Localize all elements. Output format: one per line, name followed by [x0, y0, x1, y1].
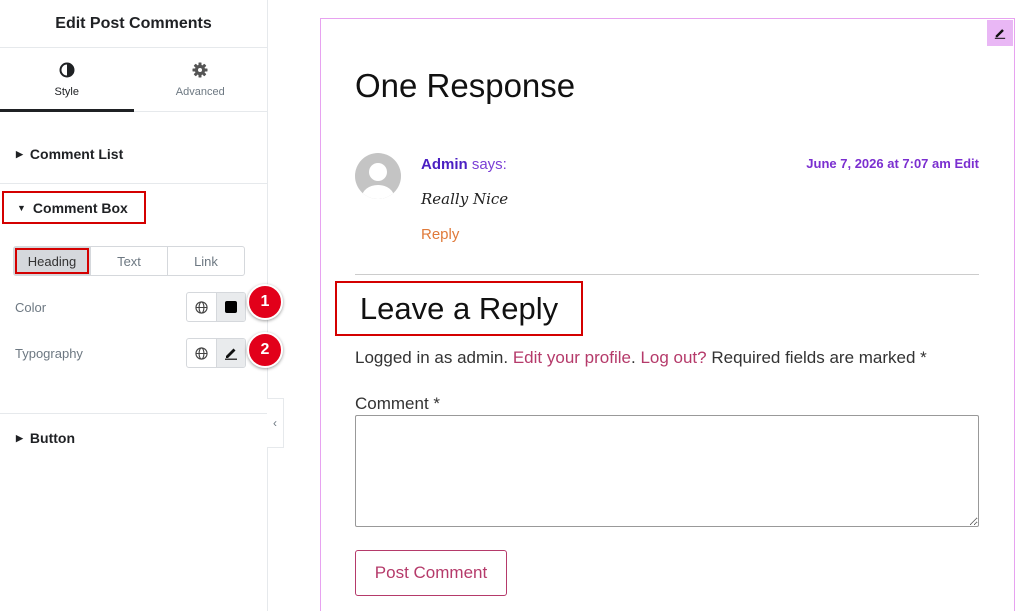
tab-style[interactable]: Style	[0, 48, 134, 112]
color-swatch	[225, 301, 237, 313]
comment-edit-link[interactable]: Edit	[954, 156, 979, 171]
tab-link[interactable]: Link	[167, 247, 244, 275]
color-control	[186, 292, 246, 322]
tab-text[interactable]: Text	[90, 247, 167, 275]
chevron-left-icon: ‹	[273, 416, 277, 430]
contrast-icon	[59, 62, 75, 77]
section-comment-list[interactable]: ▶ Comment List	[16, 146, 123, 162]
comments-title: One Response	[355, 67, 576, 104]
caret-down-icon: ▼	[17, 202, 26, 213]
comment-textarea[interactable]	[355, 415, 979, 527]
comment-author: Admin says:	[421, 156, 507, 173]
user-silhouette-icon	[362, 163, 394, 199]
author-link[interactable]: Admin	[421, 156, 468, 173]
global-colors-button[interactable]	[187, 293, 216, 321]
section-button-label: Button	[29, 430, 76, 446]
widget-edit-handle[interactable]	[987, 20, 1013, 46]
section-button[interactable]: ▶ Button	[16, 430, 75, 446]
caret-right-icon: ▶	[16, 432, 23, 443]
logged-in-prefix: Logged in as admin.	[355, 348, 509, 367]
avatar	[355, 153, 401, 199]
post-comment-button[interactable]: Post Comment	[355, 550, 507, 596]
caret-right-icon: ▶	[16, 148, 23, 159]
step-badge-1: 1	[247, 284, 283, 320]
panel-tabs: Style Advanced	[0, 48, 267, 112]
separator: .	[630, 348, 636, 367]
tab-advanced-label: Advanced	[175, 85, 225, 98]
required-note: Required fields are marked *	[711, 348, 927, 367]
globe-icon	[195, 300, 208, 314]
comment-field-label: Comment *	[355, 394, 441, 413]
typography-control	[186, 338, 246, 368]
divider	[355, 274, 979, 275]
comments-widget-preview[interactable]: One Response Admin says: June 7, 2026 at…	[320, 18, 1015, 611]
editor-panel: Edit Post Comments Style Advanced ▶ Comm…	[0, 0, 283, 611]
section-comment-box-label: Comment Box	[32, 199, 128, 216]
divider	[0, 413, 267, 414]
global-typography-button[interactable]	[187, 339, 216, 367]
section-comment-box[interactable]: ▼ Comment Box	[2, 191, 146, 224]
comment-date-link[interactable]: June 7, 2026 at 7:07 am	[806, 156, 951, 171]
pencil-icon	[225, 348, 237, 360]
says-label: says:	[471, 156, 507, 173]
typography-label: Typography	[15, 346, 83, 361]
reply-title: Leave a Reply	[335, 281, 583, 336]
panel-title: Edit Post Comments	[0, 0, 267, 48]
logout-link[interactable]: Log out?	[640, 348, 706, 367]
reply-link[interactable]: Reply	[421, 226, 459, 243]
section-comment-list-label: Comment List	[29, 146, 124, 162]
tab-advanced[interactable]: Advanced	[134, 48, 268, 111]
logged-in-notice: Logged in as admin. Edit your profile. L…	[355, 348, 927, 368]
divider	[0, 183, 267, 184]
gear-icon	[192, 62, 208, 77]
step-badge-2: 2	[247, 332, 283, 368]
pencil-icon	[994, 29, 1006, 39]
color-label: Color	[15, 300, 47, 315]
state-tabs: Heading Text Link	[13, 246, 245, 276]
typography-edit-button[interactable]	[216, 339, 245, 367]
comment-text: Really Nice	[421, 190, 509, 208]
tab-heading[interactable]: Heading	[14, 247, 90, 275]
color-picker-button[interactable]	[216, 293, 245, 321]
globe-icon	[195, 346, 208, 360]
tab-style-label: Style	[54, 85, 79, 98]
collapse-panel-button[interactable]: ‹	[267, 398, 284, 448]
comment-meta: June 7, 2026 at 7:07 am Edit	[806, 156, 979, 171]
edit-profile-link[interactable]: Edit your profile	[513, 348, 631, 367]
